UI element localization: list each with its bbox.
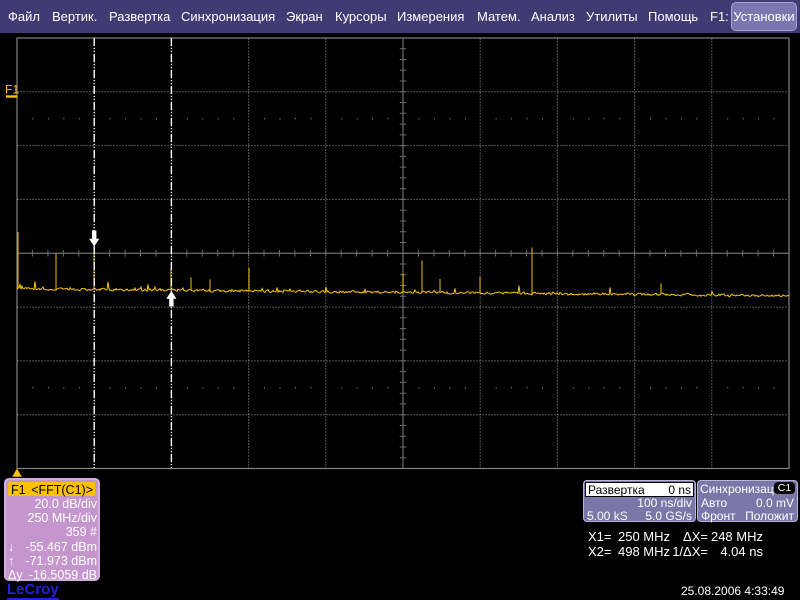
svg-text:F1: F1 [5, 83, 19, 97]
